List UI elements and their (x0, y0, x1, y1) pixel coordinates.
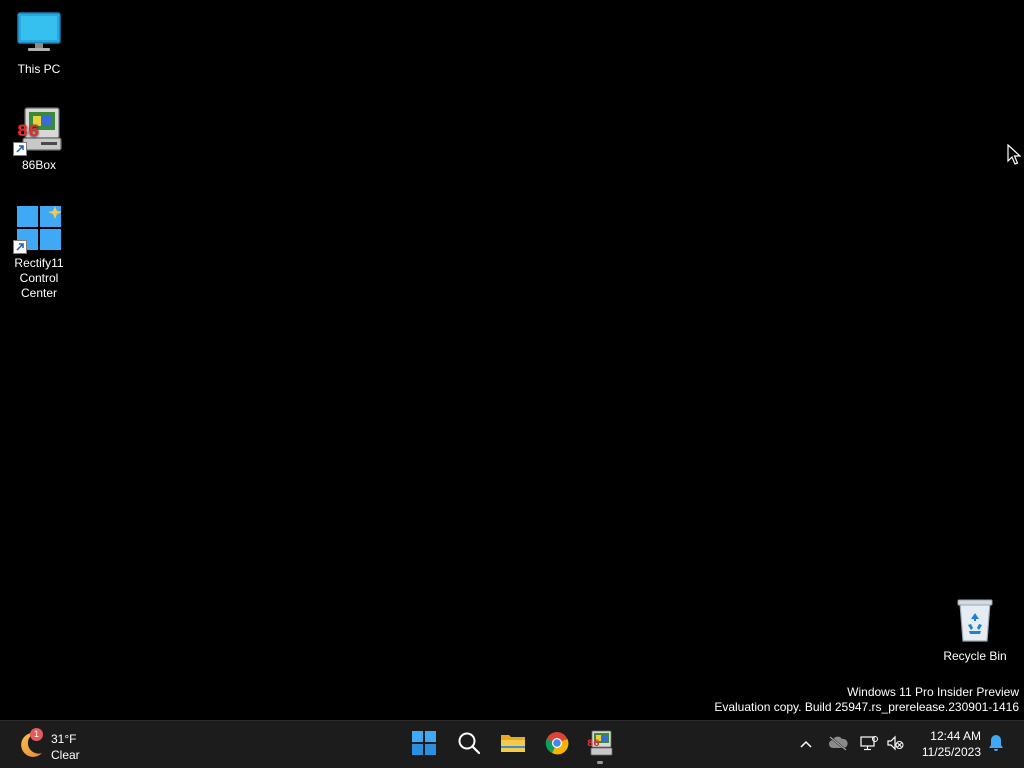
desktop-icon-label: This PC (17, 62, 61, 76)
desktop-icon-label: Recycle Bin (943, 649, 1007, 663)
volume-button[interactable] (883, 733, 907, 757)
desktop-icon-86box[interactable]: 86 86Box (1, 106, 77, 173)
mouse-cursor-icon (1007, 143, 1022, 171)
watermark-line-edition: Windows 11 Pro Insider Preview (847, 685, 1019, 699)
watermark-line-build: Evaluation copy. Build 25947.rs_prerelea… (714, 700, 1019, 714)
weather-temperature: 31°F (51, 732, 77, 746)
desktop-icon-label: 86Box (21, 158, 57, 172)
search-icon (457, 731, 481, 760)
windows-logo-icon (412, 730, 436, 760)
rectify11-icon (13, 204, 63, 254)
running-indicator (597, 761, 603, 764)
recycle-bin-icon (951, 597, 999, 645)
desktop-icon-rectify11-control-center[interactable]: Rectify11 Control Center (1, 204, 77, 301)
desktop-icon-this-pc[interactable]: This PC (1, 10, 77, 77)
weather-widget[interactable]: 1 31°F Clear (14, 725, 104, 765)
desktop-icon-label-line: Rectify11 (14, 256, 64, 270)
desktop-icon-label-line: Center (20, 286, 58, 300)
notification-bell-icon (988, 734, 1004, 757)
86box-taskbar-button[interactable]: 86 (580, 725, 620, 765)
chrome-button[interactable] (537, 725, 577, 765)
clock-time: 12:44 AM (930, 729, 981, 743)
clock[interactable]: 12:44 AM 11/25/2023 (922, 728, 981, 760)
monitor-icon (15, 10, 63, 58)
svg-text:86: 86 (17, 121, 39, 140)
taskbar: 1 31°F Clear 86 12:44 AM 11/25/2023 (0, 720, 1024, 768)
onedrive-button[interactable] (826, 733, 850, 757)
cloud-off-icon (828, 735, 848, 756)
svg-text:86: 86 (587, 739, 600, 749)
notification-center-button[interactable] (984, 733, 1008, 757)
86box-icon: 86 (587, 730, 613, 761)
shortcut-arrow-icon (13, 240, 27, 254)
desktop-icon-label-line: Control (19, 271, 59, 285)
desktop-icon-recycle-bin[interactable]: Recycle Bin (937, 597, 1013, 664)
desktop[interactable]: This PC 86 86Box Rectify11 Control Cente… (0, 0, 1024, 720)
start-button[interactable] (404, 725, 444, 765)
chevron-up-icon (799, 736, 813, 754)
search-button[interactable] (449, 725, 489, 765)
weather-condition: Clear (51, 748, 80, 762)
weather-notification-badge: 1 (30, 728, 43, 741)
network-button[interactable] (857, 733, 881, 757)
clock-date: 11/25/2023 (921, 745, 981, 759)
volume-muted-icon (886, 735, 904, 756)
folder-icon (500, 732, 526, 759)
86box-icon: 86 (13, 106, 63, 156)
network-icon (860, 735, 878, 756)
show-hidden-icons-button[interactable] (794, 733, 818, 757)
file-explorer-button[interactable] (493, 725, 533, 765)
evaluation-watermark: Windows 11 Pro Insider Preview Evaluatio… (714, 685, 1019, 715)
shortcut-arrow-icon (13, 142, 27, 156)
chrome-icon (545, 731, 569, 760)
